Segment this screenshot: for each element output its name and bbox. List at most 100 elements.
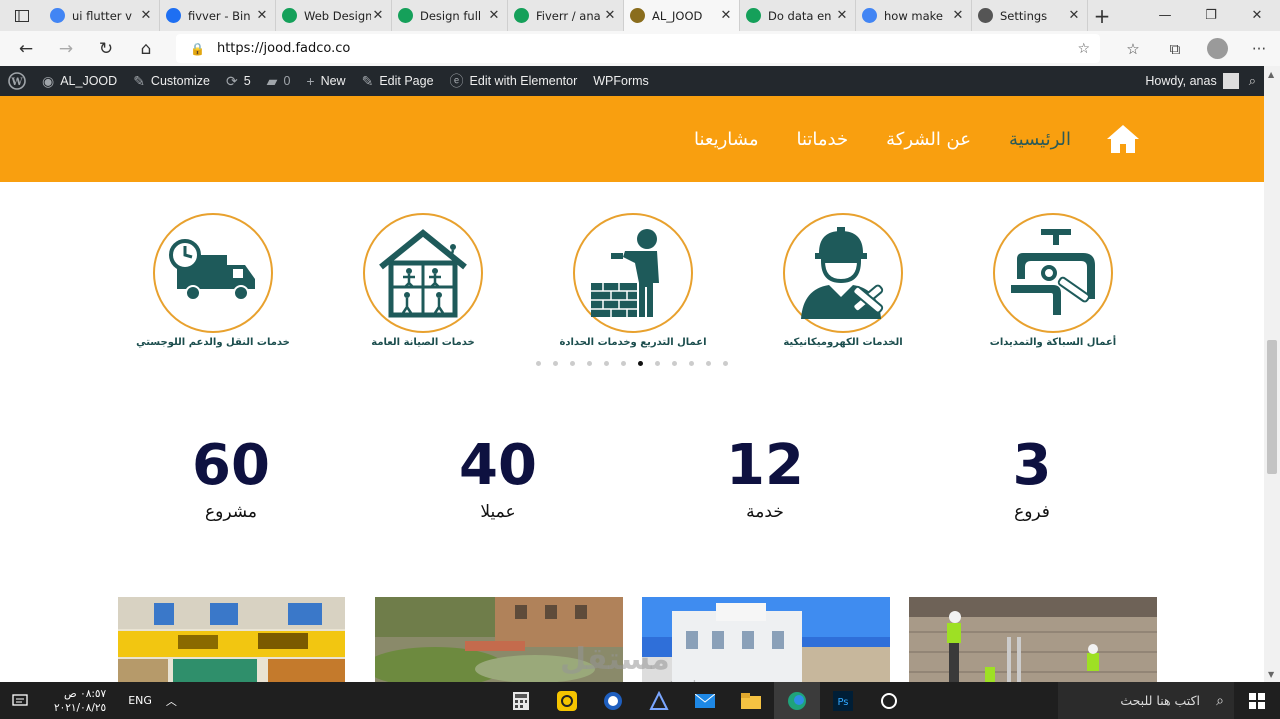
browser-tab[interactable]: how make ✕	[856, 0, 972, 31]
carousel-dot[interactable]	[570, 361, 575, 366]
search-icon[interactable]: ⌕	[1249, 73, 1256, 89]
service-item[interactable]: الخدمات الكهروميكانيكية	[743, 213, 943, 348]
close-tab-icon[interactable]: ✕	[371, 8, 385, 23]
close-tab-icon[interactable]: ✕	[139, 8, 153, 23]
browser-tab[interactable]: Design full ✕	[392, 0, 508, 31]
browser-tab[interactable]: fivver - Bin ✕	[160, 0, 276, 31]
customize-link[interactable]: ✎ Customize	[125, 66, 218, 96]
stat-number: 3	[1012, 433, 1052, 498]
service-item[interactable]: اعمال التدريع وخدمات الحدادة	[533, 213, 733, 348]
scrollbar-thumb[interactable]	[1267, 340, 1277, 474]
howdy-account-link[interactable]: Howdy, anas	[1145, 74, 1216, 88]
app-yellow-icon[interactable]	[544, 682, 590, 719]
site-name-link[interactable]: ◉ AL_JOOD	[34, 66, 125, 96]
close-tab-icon[interactable]: ✕	[487, 8, 501, 23]
nav-projects[interactable]: مشاريعنا	[694, 129, 759, 150]
browser-tab[interactable]: Do data en ✕	[740, 0, 856, 31]
wordpress-logo-button[interactable]: W	[0, 66, 34, 96]
calculator-app-icon[interactable]	[498, 682, 544, 719]
stat-caption: عميلا	[480, 502, 516, 522]
minimize-button[interactable]: —	[1142, 0, 1188, 31]
close-tab-icon[interactable]: ✕	[835, 8, 849, 23]
address-bar[interactable]: 🔒 https://jood.fadco.co ☆	[176, 34, 1100, 63]
service-item[interactable]: خدمات الصيانة العامة	[323, 213, 523, 348]
close-tab-icon[interactable]: ✕	[719, 8, 733, 23]
carousel-dot[interactable]	[621, 361, 626, 366]
home-icon[interactable]	[1104, 122, 1142, 156]
taskbar-search-box[interactable]: اكتب هنا للبحث ⌕	[1058, 682, 1234, 719]
browser-tab[interactable]: AL_JOOD ✕	[624, 0, 740, 31]
stat-item: 40 عميلا	[398, 436, 598, 523]
close-tab-icon[interactable]: ✕	[951, 8, 965, 23]
browser-tab[interactable]: ui flutter v ✕	[44, 0, 160, 31]
scroll-down-icon[interactable]: ▼	[1268, 670, 1274, 679]
app-blue-circle-icon[interactable]	[590, 682, 636, 719]
carousel-dot[interactable]	[723, 361, 728, 366]
nav-home[interactable]: الرئيسية	[1009, 129, 1071, 150]
close-tab-icon[interactable]: ✕	[603, 8, 617, 23]
tab-title: ui flutter v	[72, 8, 132, 23]
service-label: أعمال السباكة والتمديدات	[989, 337, 1117, 348]
browser-tab[interactable]: Fiverr / ana ✕	[508, 0, 624, 31]
file-explorer-icon[interactable]	[728, 682, 774, 719]
customize-label: Customize	[150, 74, 210, 88]
new-tab-button[interactable]: +	[1088, 4, 1116, 28]
carousel-dot[interactable]	[672, 361, 677, 366]
profile-button[interactable]	[1196, 31, 1238, 66]
windows-taskbar: ٠٨:٥٧ ص ٢٠٢١/٠٨/٢٥ ENG ︿ Ps اكتب هنا للب…	[0, 682, 1280, 719]
language-indicator[interactable]: ENG	[128, 694, 152, 707]
tab-title: Web Design	[304, 8, 371, 23]
reload-button[interactable]: ↻	[86, 31, 126, 66]
nav-services[interactable]: خدماتنا	[797, 129, 849, 150]
edit-page-link[interactable]: ✎ Edit Page	[354, 66, 442, 96]
pencil-icon: ✎	[361, 72, 374, 89]
project-photo[interactable]	[909, 597, 1157, 682]
vertical-scrollbar[interactable]: ▲ ▼	[1264, 66, 1280, 682]
service-item[interactable]: خدمات النقل والدعم اللوجستي	[113, 213, 313, 348]
carousel-dot[interactable]	[689, 361, 694, 366]
forward-button[interactable]: →	[46, 31, 86, 66]
system-clock[interactable]: ٠٨:٥٧ ص ٢٠٢١/٠٨/٢٥	[54, 687, 106, 715]
carousel-dot[interactable]	[536, 361, 541, 366]
carousel-dot[interactable]	[655, 361, 660, 366]
scroll-up-icon[interactable]: ▲	[1268, 70, 1274, 79]
favorites-icon[interactable]: ☆	[1112, 31, 1154, 66]
chevron-up-icon[interactable]: ︿	[166, 693, 177, 709]
project-photo[interactable]	[118, 597, 345, 682]
collections-icon[interactable]: ⧉	[1154, 31, 1196, 66]
edit-elementor-link[interactable]: ⓔ Edit with Elementor	[442, 66, 586, 96]
back-button[interactable]: ←	[6, 31, 46, 66]
add-favorite-icon[interactable]: ☆	[1077, 41, 1090, 57]
close-tab-icon[interactable]: ✕	[1067, 8, 1081, 23]
new-label: New	[320, 74, 346, 88]
tab-actions-button[interactable]	[0, 0, 44, 31]
carousel-dot[interactable]	[638, 361, 643, 366]
edge-browser-icon[interactable]	[774, 682, 820, 719]
carousel-dot[interactable]	[587, 361, 592, 366]
close-window-button[interactable]: ✕	[1234, 0, 1280, 31]
service-item[interactable]: أعمال السباكة والتمديدات	[953, 213, 1153, 348]
more-menu-icon[interactable]: ···	[1238, 31, 1280, 66]
start-button[interactable]	[1234, 682, 1280, 719]
home-button[interactable]: ⌂	[126, 31, 166, 66]
wpforms-link[interactable]: WPForms	[585, 66, 657, 96]
tab-title: Do data en	[768, 8, 832, 23]
photoshop-icon[interactable]: Ps	[820, 682, 866, 719]
carousel-dot[interactable]	[553, 361, 558, 366]
restore-button[interactable]: ❐	[1188, 0, 1234, 31]
app-triangle-icon[interactable]	[636, 682, 682, 719]
notifications-icon[interactable]	[0, 682, 40, 719]
mail-icon[interactable]	[682, 682, 728, 719]
nav-about[interactable]: عن الشركة	[886, 129, 971, 150]
updates-link[interactable]: ⟳ 5	[218, 66, 259, 96]
browser-tab[interactable]: Web Design ✕	[276, 0, 392, 31]
cortana-icon[interactable]	[866, 682, 912, 719]
project-photo[interactable]	[642, 597, 890, 682]
new-content-link[interactable]: + New	[298, 66, 353, 96]
browser-tab[interactable]: Settings ✕	[972, 0, 1088, 31]
comments-link[interactable]: ▰ 0	[259, 66, 299, 96]
carousel-dot[interactable]	[604, 361, 609, 366]
carousel-dot[interactable]	[706, 361, 711, 366]
close-tab-icon[interactable]: ✕	[255, 8, 269, 23]
brush-icon: ✎	[133, 72, 145, 89]
